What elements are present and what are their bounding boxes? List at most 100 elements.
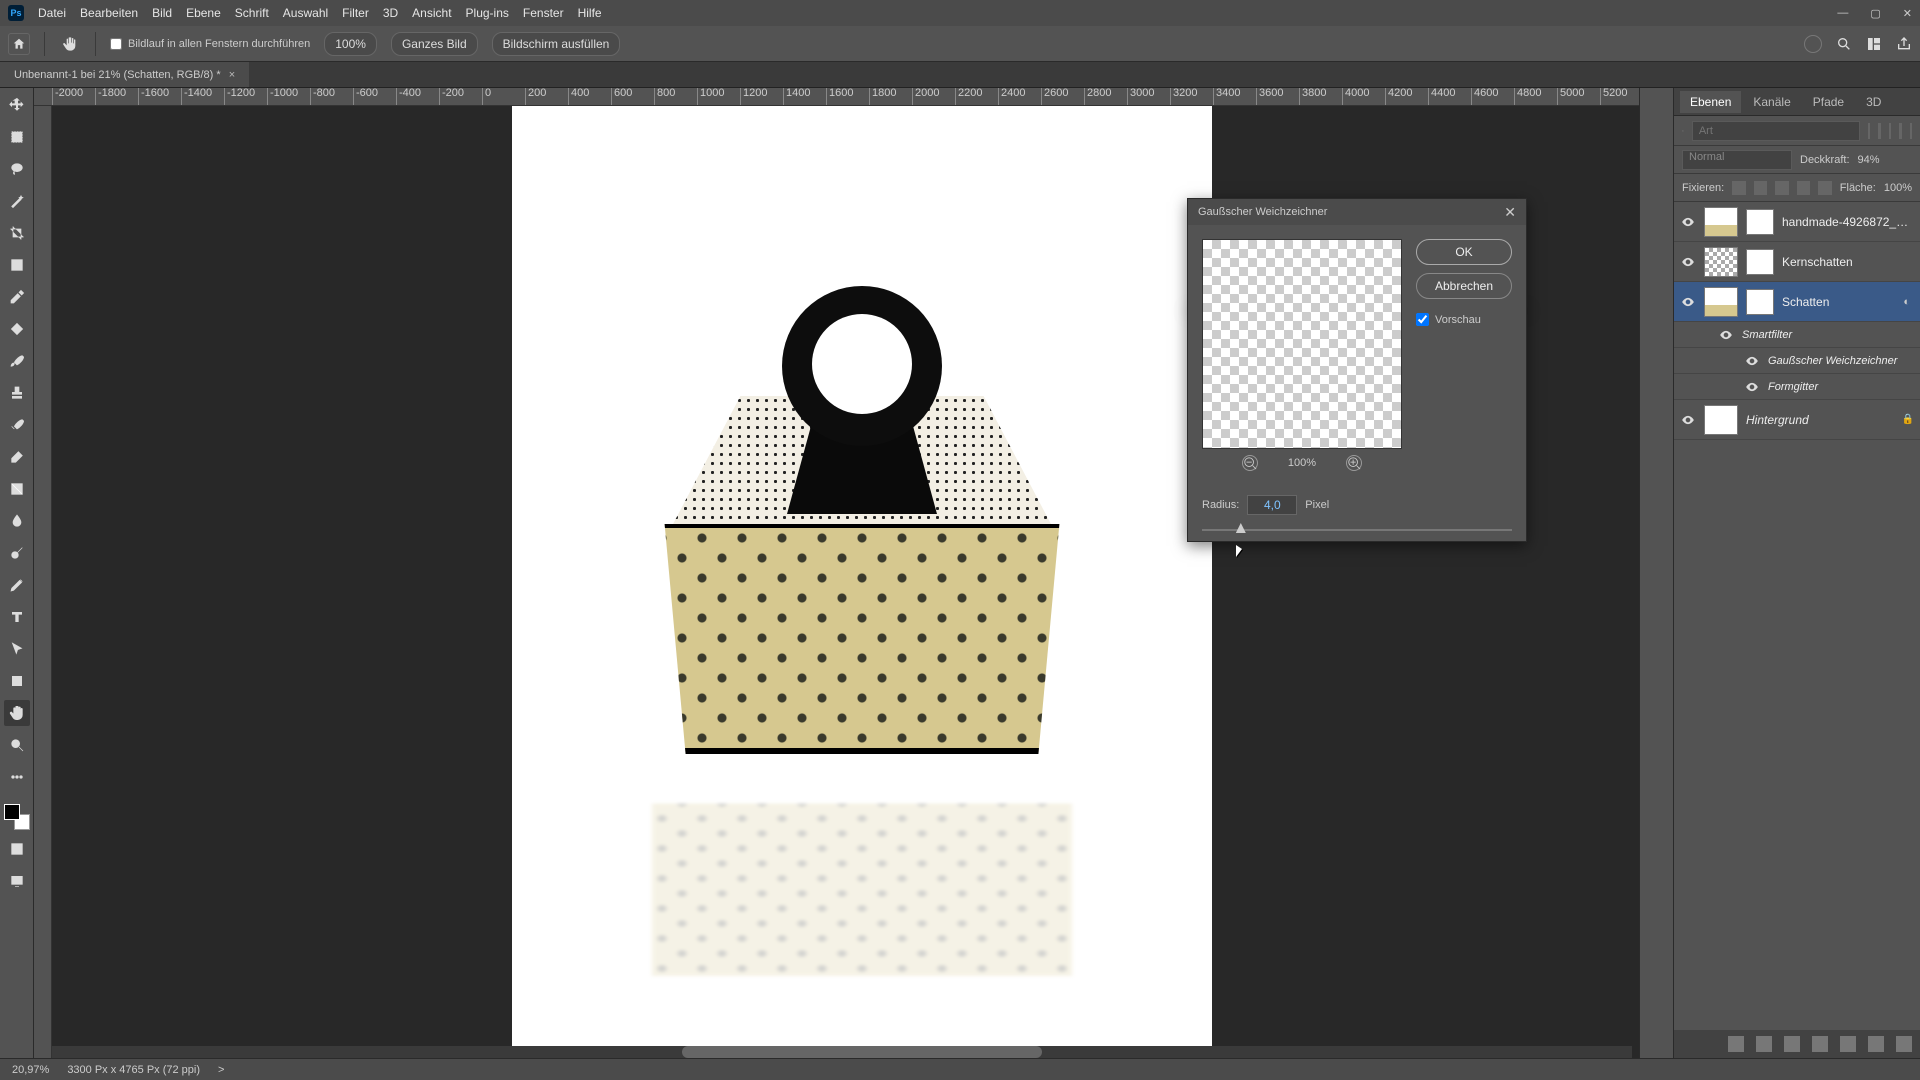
canvas[interactable] xyxy=(512,106,1212,1058)
menu-image[interactable]: Bild xyxy=(152,6,172,20)
smart-filter-toggle-icon[interactable]: ◐ xyxy=(1903,296,1910,308)
share-icon[interactable] xyxy=(1896,36,1912,52)
tab-3d[interactable]: 3D xyxy=(1856,91,1891,113)
stamp-tool[interactable] xyxy=(4,380,30,406)
zoom-tool[interactable] xyxy=(4,732,30,758)
layer-row[interactable]: Hintergrund🔒 xyxy=(1674,400,1920,440)
menu-3d[interactable]: 3D xyxy=(383,6,398,20)
frame-tool[interactable] xyxy=(4,252,30,278)
link-layers-icon[interactable] xyxy=(1728,1036,1744,1052)
menu-plugins[interactable]: Plug-ins xyxy=(466,6,509,20)
maximize-button[interactable]: ▢ xyxy=(1870,7,1880,20)
lock-artboard-icon[interactable] xyxy=(1797,181,1811,195)
filter-type-icon[interactable] xyxy=(1889,123,1891,139)
scroll-all-checkbox-input[interactable] xyxy=(110,38,122,50)
visibility-eye-icon[interactable] xyxy=(1680,254,1696,270)
menu-file[interactable]: Datei xyxy=(38,6,66,20)
visibility-eye-icon[interactable] xyxy=(1744,353,1760,369)
ok-button[interactable]: OK xyxy=(1416,239,1512,265)
layer-thumbnail[interactable] xyxy=(1704,207,1738,237)
path-select-tool[interactable] xyxy=(4,636,30,662)
horizontal-ruler[interactable]: -2000-1800-1600-1400-1200-1000-800-600-4… xyxy=(34,88,1639,106)
eraser-tool[interactable] xyxy=(4,444,30,470)
zoom-out-icon[interactable] xyxy=(1242,455,1258,471)
shape-tool[interactable] xyxy=(4,668,30,694)
screenmode-tool[interactable] xyxy=(4,868,30,894)
layer-filter-input[interactable] xyxy=(1692,121,1860,141)
dialog-preview[interactable] xyxy=(1202,239,1402,449)
adjustment-icon[interactable] xyxy=(1812,1036,1828,1052)
scroll-all-windows-checkbox[interactable]: Bildlauf in allen Fenstern durchführen xyxy=(110,38,310,50)
scrollbar-thumb[interactable] xyxy=(682,1046,1042,1058)
menu-view[interactable]: Ansicht xyxy=(412,6,451,20)
layer-name[interactable]: Gaußscher Weichzeichner xyxy=(1768,355,1914,367)
visibility-eye-icon[interactable] xyxy=(1744,379,1760,395)
layer-name[interactable]: Formgitter xyxy=(1768,381,1914,393)
zoom-100-button[interactable]: 100% xyxy=(324,32,377,56)
layer-row[interactable]: Kernschatten xyxy=(1674,242,1920,282)
filter-pixel-icon[interactable] xyxy=(1868,123,1870,139)
visibility-eye-icon[interactable] xyxy=(1680,412,1696,428)
visibility-eye-icon[interactable] xyxy=(1718,327,1734,343)
gradient-tool[interactable] xyxy=(4,476,30,502)
mask-icon[interactable] xyxy=(1784,1036,1800,1052)
menu-window[interactable]: Fenster xyxy=(523,6,564,20)
status-arrow-icon[interactable]: > xyxy=(218,1064,224,1076)
filter-adjust-icon[interactable] xyxy=(1878,123,1880,139)
layer-mask-thumbnail[interactable] xyxy=(1746,249,1774,275)
hand-tool-icon[interactable] xyxy=(59,33,81,55)
horizontal-scrollbar[interactable] xyxy=(52,1046,1632,1058)
cancel-button[interactable]: Abbrechen xyxy=(1416,273,1512,299)
vertical-ruler[interactable] xyxy=(34,106,52,1058)
menu-layer[interactable]: Ebene xyxy=(186,6,221,20)
filter-shape-icon[interactable] xyxy=(1899,123,1901,139)
new-layer-icon[interactable] xyxy=(1868,1036,1884,1052)
search-icon[interactable] xyxy=(1836,36,1852,52)
visibility-eye-icon[interactable] xyxy=(1680,294,1696,310)
wand-tool[interactable] xyxy=(4,188,30,214)
layer-row[interactable]: Smartfilter xyxy=(1674,322,1920,348)
fill-screen-button[interactable]: Bildschirm ausfüllen xyxy=(492,32,621,56)
layer-mask-thumbnail[interactable] xyxy=(1746,289,1774,315)
crop-tool[interactable] xyxy=(4,220,30,246)
radius-slider[interactable] xyxy=(1188,519,1526,541)
edit-toolbar[interactable] xyxy=(4,764,30,790)
zoom-in-icon[interactable] xyxy=(1346,455,1362,471)
status-doc-info[interactable]: 3300 Px x 4765 Px (72 ppi) xyxy=(67,1064,200,1076)
blend-mode-select[interactable]: Normal xyxy=(1682,150,1792,170)
layer-name[interactable]: Hintergrund xyxy=(1746,413,1894,427)
opacity-value[interactable]: 94% xyxy=(1858,154,1880,166)
menu-filter[interactable]: Filter xyxy=(342,6,369,20)
dialog-close-icon[interactable]: ✕ xyxy=(1504,204,1516,221)
lock-position-icon[interactable] xyxy=(1775,181,1789,195)
quickmask-tool[interactable] xyxy=(4,836,30,862)
layer-row[interactable]: Formgitter xyxy=(1674,374,1920,400)
workspace-icon[interactable] xyxy=(1866,36,1882,52)
trash-icon[interactable] xyxy=(1896,1036,1912,1052)
lasso-tool[interactable] xyxy=(4,156,30,182)
preview-checkbox[interactable]: Vorschau xyxy=(1416,313,1512,326)
layer-row[interactable]: Gaußscher Weichzeichner xyxy=(1674,348,1920,374)
lock-all-icon[interactable] xyxy=(1818,181,1832,195)
move-tool[interactable] xyxy=(4,92,30,118)
layer-name[interactable]: Schatten xyxy=(1782,295,1895,309)
preview-checkbox-input[interactable] xyxy=(1416,313,1429,326)
fx-icon[interactable] xyxy=(1756,1036,1772,1052)
brush-tool[interactable] xyxy=(4,348,30,374)
home-button[interactable] xyxy=(8,33,30,55)
cloud-icon[interactable] xyxy=(1804,35,1822,53)
close-window-button[interactable]: ✕ xyxy=(1903,7,1912,20)
group-icon[interactable] xyxy=(1840,1036,1856,1052)
tab-layers[interactable]: Ebenen xyxy=(1680,91,1741,113)
layer-row[interactable]: handmade-4926872_1920 Kopie xyxy=(1674,202,1920,242)
tab-paths[interactable]: Pfade xyxy=(1803,91,1854,113)
layer-thumbnail[interactable] xyxy=(1704,405,1738,435)
heal-tool[interactable] xyxy=(4,316,30,342)
color-swatches[interactable] xyxy=(4,804,30,830)
layer-thumbnail[interactable] xyxy=(1704,247,1738,277)
marquee-tool[interactable] xyxy=(4,124,30,150)
layer-mask-thumbnail[interactable] xyxy=(1746,209,1774,235)
slider-thumb[interactable] xyxy=(1236,523,1246,533)
gaussian-blur-dialog[interactable]: Gaußscher Weichzeichner ✕ 100% OK Abbrec… xyxy=(1187,198,1527,542)
layer-row[interactable]: Schatten ◐ xyxy=(1674,282,1920,322)
